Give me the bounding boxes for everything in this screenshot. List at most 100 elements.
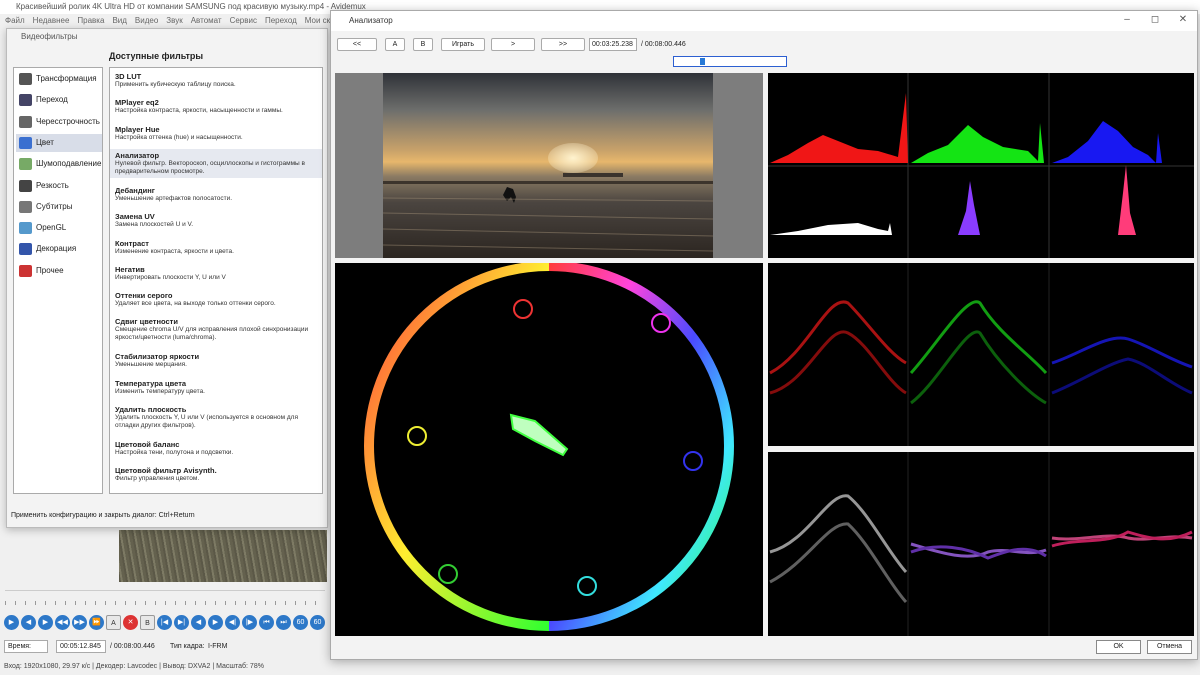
timeline-tick [295, 601, 296, 605]
color-icon [19, 136, 32, 149]
filter-item[interactable]: Удалить плоскость Удалить плоскость Y, U … [110, 403, 322, 432]
filter-category-6[interactable]: Субтитры [16, 198, 102, 216]
forward-60-icon[interactable]: 60 [310, 615, 325, 630]
fast-forward-button[interactable]: >> [541, 38, 585, 51]
main-menubar: Файл Недавнее Правка Вид Видео Звук Автомат Сер… [0, 14, 340, 28]
prev-key-icon[interactable]: ◀ [191, 615, 206, 630]
next-black-icon[interactable]: |▶ [242, 615, 257, 630]
timeline-tick [55, 601, 56, 605]
filter-item[interactable]: Замена UV Замена плоскостей U и V. [110, 210, 322, 231]
filter-description: Настройка оттенка (hue) и насыщенности. [115, 133, 243, 141]
filter-item[interactable]: MPlayer eq2 Настройка контраста, яркости,… [110, 96, 322, 117]
time-input[interactable]: 00:05:12.845 [56, 640, 106, 653]
filter-item[interactable]: 3D LUT Применить кубическую таблицу поиск… [110, 70, 322, 91]
histograms [768, 73, 1194, 258]
filter-name: Оттенки серого [115, 291, 173, 301]
timeline-tick [85, 601, 86, 605]
position-slider[interactable] [673, 56, 787, 67]
prev-icon[interactable]: ◀◀ [55, 615, 70, 630]
mark-a-button[interactable]: A [385, 38, 405, 51]
filter-category-8[interactable]: Декорация [16, 240, 102, 258]
goto-b-icon[interactable]: ▶| [174, 615, 189, 630]
filter-list[interactable]: 3D LUT Применить кубическую таблицу поиск… [109, 67, 323, 494]
filter-item[interactable]: Дебандинг Уменьшение артефактов полосатос… [110, 184, 322, 205]
filter-name: Контраст [115, 238, 149, 248]
menu-item[interactable]: Сервис [230, 16, 257, 25]
play-icon[interactable]: ▶ [4, 615, 19, 630]
goto-a-icon[interactable]: |◀ [157, 615, 172, 630]
filter-name: Негатив [115, 264, 145, 274]
transform-icon [19, 73, 32, 85]
status-bar: Вход: 1920x1080, 29.97 к/с | Декодер: La… [4, 663, 264, 670]
filter-name: Температура цвета [115, 378, 187, 388]
cancel-button[interactable]: Отмена [1147, 640, 1192, 654]
frame-type-label: Тип кадра: [170, 643, 205, 650]
menu-item[interactable]: Вид [112, 16, 126, 25]
timeline[interactable] [5, 590, 325, 608]
filter-category-label: Шумоподавление [36, 159, 102, 169]
filter-description: Смещение chroma U/V для исправления плох… [115, 326, 309, 342]
rewind-button[interactable]: << [337, 38, 377, 51]
time-bar: Время: 00:05:12.845 / 00:08:00.446 Тип к… [4, 640, 334, 654]
mark-a-icon[interactable]: A [106, 615, 121, 630]
menu-item[interactable]: Файл [5, 16, 25, 25]
menu-item[interactable]: Недавнее [33, 16, 70, 25]
filter-item[interactable]: Температура цвета Изменить температуру цв… [110, 377, 322, 398]
opengl-icon [19, 222, 32, 235]
next-key-icon[interactable]: ▶ [208, 615, 223, 630]
time-total: / 00:08:00.446 [110, 643, 155, 650]
back-icon[interactable]: ◀ [21, 615, 36, 630]
menu-item[interactable]: Переход [265, 16, 297, 25]
menu-item[interactable]: Автомат [191, 16, 222, 25]
menu-item[interactable]: Видео [135, 16, 158, 25]
filter-description: Уменьшение артефактов полосатости. [115, 194, 233, 202]
menu-item[interactable]: Правка [77, 16, 104, 25]
filter-item[interactable]: Контраст Изменение контраста, яркости и ц… [110, 237, 322, 258]
filter-item[interactable]: Стабилизатор яркости Уменьшение мерцания. [110, 350, 322, 371]
filter-category-5[interactable]: Резкость [16, 177, 102, 195]
last-frame-icon[interactable]: ⏭ [276, 615, 291, 630]
filter-category-7[interactable]: OpenGL [16, 219, 102, 237]
filter-category-3[interactable]: Цвет [16, 133, 102, 152]
filter-description: Изменение контраста, яркости и цвета. [115, 247, 234, 255]
prev-black-icon[interactable]: ◀| [225, 615, 240, 630]
timeline-tick [25, 601, 26, 605]
filter-category-1[interactable]: Переход [16, 91, 102, 109]
analyzer-time-input[interactable]: 00:03:25.238 [589, 38, 637, 51]
filter-item[interactable]: Mplayer Hue Настройка оттенка (hue) и нас… [110, 123, 322, 144]
fast-forward-icon[interactable]: ⏩ [89, 615, 104, 630]
filter-category-0[interactable]: Трансформация [16, 70, 102, 88]
video-preview [119, 530, 327, 582]
filter-name: Замена UV [115, 212, 155, 222]
minimize-icon[interactable]: – [1113, 11, 1141, 31]
mark-b-icon[interactable]: B [140, 615, 155, 630]
slider-thumb[interactable] [699, 58, 705, 65]
next-icon[interactable]: ▶▶ [72, 615, 87, 630]
close-icon[interactable]: ✕ [1169, 11, 1197, 31]
filter-item[interactable]: Сдвиг цветности Смещение chroma U/V для и… [110, 315, 322, 344]
parade-rgb [768, 263, 1194, 446]
first-frame-icon[interactable]: ⏮ [259, 615, 274, 630]
forward-icon[interactable]: ▶ [38, 615, 53, 630]
filter-category-list[interactable]: Трансформация Переход Чересстрочность Цвет Ш… [13, 67, 103, 494]
menu-item[interactable]: Мои ск [305, 16, 330, 25]
maximize-icon[interactable]: ◻ [1141, 11, 1169, 31]
filter-category-label: Резкость [36, 180, 69, 190]
filter-item[interactable]: Негатив Инвертировать плоскости Y, U или … [110, 263, 322, 284]
filter-item[interactable]: Цветовой баланс Настройка тени, полутона … [110, 438, 322, 459]
filter-category-9[interactable]: Прочее [16, 262, 102, 280]
other-icon [19, 264, 32, 277]
play-button[interactable]: Играть [441, 38, 485, 51]
filter-category-2[interactable]: Чересстрочность [16, 113, 102, 131]
filter-category-4[interactable]: Шумоподавление [16, 155, 102, 173]
menu-item[interactable]: Звук [166, 16, 182, 25]
mark-b-button[interactable]: B [413, 38, 433, 51]
filter-name: Цветовой баланс [115, 440, 180, 449]
next-frame-button[interactable]: > [491, 38, 535, 51]
filter-item[interactable]: Цветовой фильтр Avisynth. Фильтр управлен… [110, 464, 322, 485]
filter-item[interactable]: Анализатор Нулевой фильтр. Вектороскоп, о… [110, 148, 322, 178]
ok-button[interactable]: OK [1096, 640, 1141, 654]
back-60-icon[interactable]: 60 [293, 615, 308, 630]
delete-icon[interactable]: ✕ [123, 615, 138, 630]
filter-item[interactable]: Оттенки серого Удаляет все цвета, на выхо… [110, 289, 322, 310]
